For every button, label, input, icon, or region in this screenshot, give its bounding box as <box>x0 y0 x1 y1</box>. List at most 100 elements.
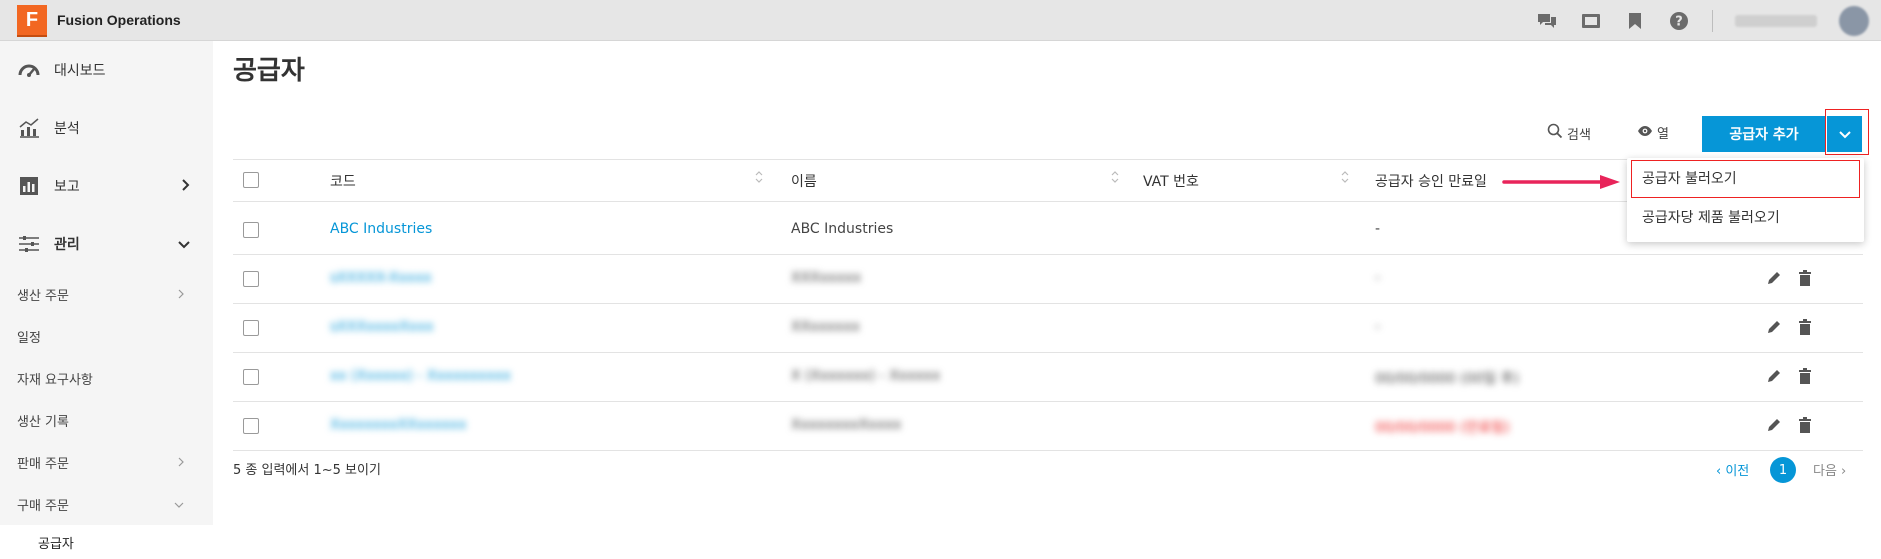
sidebar-item-management[interactable]: 관리 <box>0 215 213 273</box>
row-name: XXxxxxxx <box>791 319 860 335</box>
sidebar-item-label: 자재 요구사항 <box>17 372 93 388</box>
sidebar-item-analytics[interactable]: 분석 <box>0 99 213 157</box>
delete-icon[interactable] <box>1798 417 1812 433</box>
sidebar-item-dashboard[interactable]: 대시보드 <box>0 41 213 99</box>
select-all-checkbox[interactable] <box>243 172 259 188</box>
row-checkbox[interactable] <box>243 418 259 434</box>
pagination-page[interactable]: 1 <box>1770 457 1796 483</box>
bookmark-icon[interactable] <box>1624 10 1646 32</box>
user-name[interactable] <box>1735 14 1817 27</box>
svg-text:?: ? <box>1675 14 1683 29</box>
sort-icon[interactable] <box>1110 169 1120 188</box>
table-bottom-border <box>233 450 1863 451</box>
row-actions <box>1766 417 1828 433</box>
row-actions <box>1766 270 1828 286</box>
sidebar-item-label: 대시보드 <box>54 63 106 79</box>
avatar[interactable] <box>1839 5 1869 36</box>
app-logo[interactable]: F <box>17 5 47 35</box>
app-title: Fusion Operations <box>57 12 181 28</box>
chevron-down-icon <box>177 235 191 254</box>
row-actions <box>1766 368 1828 384</box>
row-actions <box>1766 319 1828 335</box>
chevron-right-icon <box>177 456 185 472</box>
row-checkbox[interactable] <box>243 222 259 238</box>
sort-icon[interactable] <box>1340 169 1350 188</box>
pagination-next[interactable]: 다음 › <box>1813 460 1846 479</box>
row-expiry: - <box>1375 221 1381 237</box>
highlight-box-dropdown <box>1825 109 1869 155</box>
delete-icon[interactable] <box>1798 270 1812 286</box>
edit-icon[interactable] <box>1766 270 1782 286</box>
chat-icon[interactable] <box>1536 10 1558 32</box>
sidebar-item-label: 생산 기록 <box>17 414 69 430</box>
sidebar-item-label: 관리 <box>54 237 80 253</box>
row-expiry: 00/00/0000 (만료됨) <box>1375 420 1510 436</box>
sidebar-item-label: 생산 주문 <box>17 288 69 304</box>
help-icon[interactable]: ? <box>1668 10 1690 32</box>
row-divider <box>233 303 1863 304</box>
row-divider <box>233 254 1863 255</box>
row-divider <box>233 352 1863 353</box>
edit-icon[interactable] <box>1766 319 1782 335</box>
table-summary: 5 종 입력에서 1~5 보이기 <box>233 463 381 478</box>
table-header-border <box>233 201 1863 202</box>
delete-icon[interactable] <box>1798 368 1812 384</box>
pagination-prev[interactable]: ‹ 이전 <box>1716 460 1749 479</box>
sidebar-item-production-orders[interactable]: 생산 주문 <box>0 273 213 315</box>
search-label: 검색 <box>1567 127 1591 143</box>
menu-item-import-supplier-products[interactable]: 공급자당 제품 불러오기 <box>1642 207 1780 227</box>
sidebar-item-reports[interactable]: 보고 <box>0 157 213 215</box>
row-code-link[interactable]: sXXXXX-Xxxxx <box>330 270 432 286</box>
row-code-link[interactable]: xx (Xxxxxx) - Xxxxxxxxxx <box>330 368 511 384</box>
sidebar-item-label: 구매 주문 <box>17 498 69 514</box>
sidebar-item-schedule[interactable]: 일정 <box>0 315 213 357</box>
highlight-box-menu-item <box>1631 160 1860 198</box>
search-icon <box>1547 123 1563 143</box>
chevron-down-icon <box>173 498 185 513</box>
row-name: X (Xxxxxxx) - Xxxxxx <box>791 368 941 384</box>
columns-label: 열 <box>1657 127 1669 142</box>
top-bar-divider <box>1712 9 1713 32</box>
sidebar: 대시보드 분석 보고 관리 생산 주문 일정 자재 요구사항 생산 기록 판매 … <box>0 41 213 559</box>
report-bars-icon <box>18 175 40 197</box>
edit-icon[interactable] <box>1766 368 1782 384</box>
row-checkbox[interactable] <box>243 320 259 336</box>
sidebar-item-purchase-orders[interactable]: 구매 주문 <box>0 483 213 525</box>
row-checkbox[interactable] <box>243 369 259 385</box>
screen-icon[interactable] <box>1580 10 1602 32</box>
columns-button[interactable]: 열 <box>1637 123 1669 142</box>
table-top-border <box>233 159 1863 160</box>
sidebar-item-production-records[interactable]: 생산 기록 <box>0 399 213 441</box>
sliders-icon <box>18 233 40 255</box>
top-bar-actions: ? <box>1536 0 1881 41</box>
chevron-right-icon <box>177 288 185 304</box>
row-code-link[interactable]: sXXXxxxxXxxx <box>330 319 434 335</box>
add-supplier-button[interactable]: 공급자 추가 <box>1702 116 1826 152</box>
delete-icon[interactable] <box>1798 319 1812 335</box>
sidebar-item-label: 일정 <box>17 330 41 346</box>
edit-icon[interactable] <box>1766 417 1782 433</box>
sort-icon[interactable] <box>754 169 764 188</box>
row-name: XxxxxxxxXxxxx <box>791 417 902 433</box>
row-code-link[interactable]: ABC Industries <box>330 221 432 237</box>
sidebar-item-sales-orders[interactable]: 판매 주문 <box>0 441 213 483</box>
row-expiry: 00/00/0000 (00일 후) <box>1375 371 1520 387</box>
sidebar-item-label: 판매 주문 <box>17 456 69 472</box>
sidebar-item-material-requirements[interactable]: 자재 요구사항 <box>0 357 213 399</box>
column-header-code[interactable]: 코드 <box>330 171 356 191</box>
sidebar-item-label: 분석 <box>54 121 80 137</box>
page-title: 공급자 <box>233 56 305 86</box>
column-header-vat[interactable]: VAT 번호 <box>1143 171 1199 191</box>
top-bar: F Fusion Operations ? <box>0 0 1881 41</box>
row-checkbox[interactable] <box>243 271 259 287</box>
eye-icon <box>1637 125 1653 141</box>
chevron-right-icon <box>181 177 191 196</box>
search-button[interactable]: 검색 <box>1547 123 1591 143</box>
sidebar-item-suppliers[interactable]: 공급자 <box>0 525 213 559</box>
column-header-name[interactable]: 이름 <box>791 171 817 191</box>
column-header-expiry[interactable]: 공급자 승인 만료일 <box>1375 171 1487 191</box>
sidebar-item-label: 보고 <box>54 179 80 195</box>
row-code-link[interactable]: XxxxxxxxXXxxxxxx <box>330 417 466 433</box>
row-expiry: - <box>1375 270 1381 286</box>
analytics-chart-icon <box>18 117 40 139</box>
